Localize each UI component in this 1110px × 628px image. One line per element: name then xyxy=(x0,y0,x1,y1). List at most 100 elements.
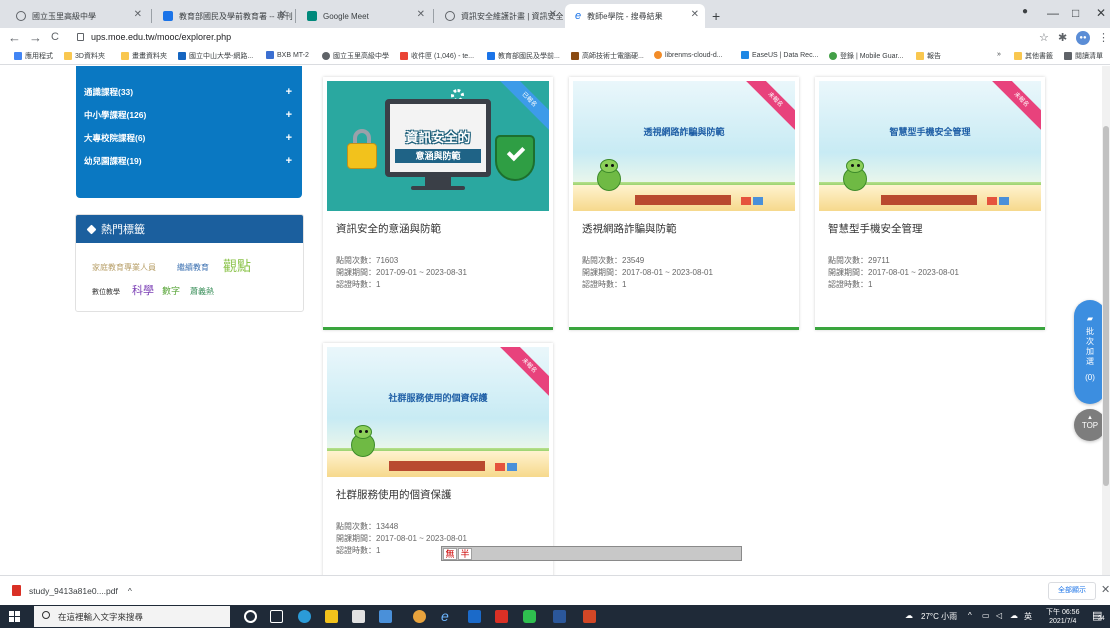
store-icon[interactable] xyxy=(352,610,365,623)
file-explorer-icon[interactable] xyxy=(325,610,338,623)
show-all-downloads-button[interactable]: 全部顯示 xyxy=(1048,582,1096,600)
task-view-icon[interactable] xyxy=(270,610,283,623)
ime-indicator[interactable]: 英 xyxy=(1024,611,1032,622)
plus-icon[interactable]: + xyxy=(286,109,292,121)
edge-icon[interactable] xyxy=(298,610,311,623)
powerpoint-icon[interactable] xyxy=(583,610,596,623)
bookmark-drawing-folder[interactable]: 畫畫資料夾 xyxy=(121,51,167,61)
tag-numbers[interactable]: 數字 xyxy=(162,284,180,297)
bookmark-nsysu[interactable]: 國立中山大學-網路... xyxy=(178,51,253,61)
course-thumbnail[interactable]: 資訊安全的 意涵與防範 已報名 xyxy=(327,81,549,211)
course-thumbnail[interactable]: 透視網路詐騙與防範 未報名 xyxy=(573,81,795,211)
tab-yuli-school[interactable]: 國立玉里高級中學 ✕ xyxy=(6,4,148,28)
course-title[interactable]: 資訊安全的意涵與防範 xyxy=(336,221,441,236)
outlook-icon[interactable] xyxy=(468,610,481,623)
course-thumbnail[interactable]: 智慧型手機安全管理 未報名 xyxy=(819,81,1041,211)
profile-dot-icon[interactable]: ● xyxy=(1022,6,1028,17)
close-shelf-button[interactable]: ✕ xyxy=(1101,583,1110,596)
ime-status-bar[interactable]: 無 半 xyxy=(441,546,742,561)
tag-continuing-education[interactable]: 繼續教育 xyxy=(177,262,209,273)
category-k12[interactable]: 中小學課程(126) + xyxy=(84,104,298,126)
tab-google-meet[interactable]: Google Meet ✕ xyxy=(297,4,431,28)
tag-science[interactable]: 科學 xyxy=(132,282,154,298)
bookmark-apps[interactable]: 應用程式 xyxy=(14,51,53,61)
bookmark-easeus[interactable]: EaseUS | Data Rec... xyxy=(741,51,818,59)
lock-icon[interactable] xyxy=(77,33,84,41)
course-thumbnail[interactable]: 社群服務使用的個資保護 未報名 xyxy=(327,347,549,477)
bookmark-report[interactable]: 報告 xyxy=(916,51,941,61)
acrobat-icon[interactable] xyxy=(495,610,508,623)
course-title[interactable]: 智慧型手機安全管理 xyxy=(828,221,923,236)
back-arrow-icon[interactable]: ← xyxy=(8,30,21,45)
tag-xiao-yi-re[interactable]: 蕭義熱 xyxy=(190,286,214,297)
bookmarks-overflow-chevron[interactable]: » xyxy=(997,51,1001,58)
bookmark-bxb[interactable]: BXB MT-2 xyxy=(266,51,309,59)
category-university[interactable]: 大專校院課程(6) + xyxy=(84,127,298,149)
weather-cloud-icon[interactable]: ☁ xyxy=(905,611,913,620)
close-window-button[interactable]: ✕ xyxy=(1096,6,1106,20)
new-tab-button[interactable]: + xyxy=(712,8,720,24)
course-card[interactable]: 資訊安全的 意涵與防範 已報名 資訊安全的意涵與防範 點閱次數：71603 開課… xyxy=(323,77,553,330)
course-card[interactable]: 社群服務使用的個資保護 未報名 社群服務使用的個資保護 點閱次數：13448 開… xyxy=(323,343,553,575)
word-icon[interactable] xyxy=(553,610,566,623)
cortana-icon[interactable] xyxy=(244,610,257,623)
scrollbar-thumb[interactable] xyxy=(1103,126,1109,486)
bookmark-moe-k12[interactable]: 教育部國民及學前... xyxy=(487,51,560,61)
tag-digital-teaching[interactable]: 數位教學 xyxy=(92,287,120,297)
download-filename[interactable]: study_9413a81e0....pdf xyxy=(29,586,118,596)
profile-avatar[interactable]: ●● xyxy=(1076,31,1090,45)
bookmark-librenms[interactable]: librenms-cloud-d... xyxy=(654,51,723,59)
tag-viewpoint[interactable]: 觀點 xyxy=(223,256,251,276)
weather-text[interactable]: 27°C 小雨 xyxy=(921,611,957,622)
course-title[interactable]: 社群服務使用的個資保護 xyxy=(336,487,452,502)
taskbar-search-input[interactable]: 在這裡輸入文字來搜尋 xyxy=(34,606,230,627)
bookmark-other[interactable]: 其他書籤 xyxy=(1014,51,1053,61)
plus-icon[interactable]: + xyxy=(286,86,292,98)
plus-icon[interactable]: + xyxy=(286,132,292,144)
close-tab-icon[interactable]: ✕ xyxy=(279,9,287,20)
bookmark-mobile-guard[interactable]: 登錄 | Mobile Guar... xyxy=(829,51,903,61)
forward-arrow-icon[interactable]: → xyxy=(29,30,42,45)
bookmark-hardware-cert[interactable]: 高師技術士電腦硬... xyxy=(571,51,644,61)
plus-icon[interactable]: + xyxy=(286,155,292,167)
category-general[interactable]: 通識課程(33) + xyxy=(84,81,298,103)
maximize-button[interactable]: □ xyxy=(1072,6,1079,20)
tag-family-education[interactable]: 家庭教育專業人員 xyxy=(92,262,156,273)
app-icon[interactable] xyxy=(379,610,392,623)
chrome-icon[interactable] xyxy=(413,610,426,623)
tab-info-security[interactable]: 資訊安全維護計畫 | 資訊安全文 ✕ xyxy=(435,4,563,28)
course-card[interactable]: 智慧型手機安全管理 未報名 智慧型手機安全管理 點閱次數：29711 開課期間：… xyxy=(815,77,1045,330)
close-tab-icon[interactable]: ✕ xyxy=(549,9,557,20)
close-tab-icon[interactable]: ✕ xyxy=(134,9,142,20)
windows-start-icon[interactable] xyxy=(9,611,20,622)
minimize-button[interactable]: — xyxy=(1047,6,1059,20)
address-bar[interactable]: ups.moe.edu.tw/mooc/explorer.php xyxy=(91,32,231,42)
ie-icon[interactable]: e xyxy=(441,609,454,623)
category-preschool[interactable]: 幼兒園課程(19) + xyxy=(84,150,298,172)
reload-icon[interactable]: C xyxy=(51,31,59,43)
volume-icon[interactable]: ◁ xyxy=(996,611,1002,620)
course-card[interactable]: 透視網路詐騙與防範 未報名 透視網路詐騙與防範 點閱次數：23549 開課期間：… xyxy=(569,77,799,330)
ime-mode-button[interactable]: 無 xyxy=(443,548,457,560)
network-icon[interactable]: ▭ xyxy=(982,611,990,620)
bookmark-gmail[interactable]: 收件匣 (1,046) - te... xyxy=(400,51,474,61)
star-icon[interactable]: ☆ xyxy=(1039,31,1049,44)
download-item[interactable]: study_9413a81e0....pdf ^ xyxy=(12,585,132,596)
tab-teacher-elearning[interactable]: e 教師e學院 - 搜尋結果 ✕ xyxy=(565,4,705,28)
bookmark-3d-folder[interactable]: 3D資料夾 xyxy=(64,51,105,61)
tab-moe-k12[interactable]: 教育部國民及學前教育署 -- 專刊 ✕ xyxy=(153,4,293,28)
ime-width-button[interactable]: 半 xyxy=(458,548,472,560)
tray-chevron-icon[interactable]: ^ xyxy=(968,611,972,620)
page-scrollbar[interactable] xyxy=(1102,66,1110,575)
line-icon[interactable] xyxy=(523,610,536,623)
close-tab-icon[interactable]: ✕ xyxy=(691,9,699,20)
bookmark-yuli-school[interactable]: 國立玉里高級中學 xyxy=(322,51,389,61)
menu-icon[interactable]: ⋮ xyxy=(1098,31,1109,44)
course-title[interactable]: 透視網路詐騙與防範 xyxy=(582,221,677,236)
extensions-icon[interactable]: ✱ xyxy=(1058,31,1067,44)
close-tab-icon[interactable]: ✕ xyxy=(417,9,425,20)
bookmark-reading-list[interactable]: 閱讀清單 xyxy=(1064,51,1103,61)
chevron-up-icon[interactable]: ^ xyxy=(128,586,132,596)
taskbar-clock[interactable]: 下午 06:56 2021/7/4 xyxy=(1046,608,1079,626)
onedrive-icon[interactable]: ☁ xyxy=(1010,611,1018,620)
